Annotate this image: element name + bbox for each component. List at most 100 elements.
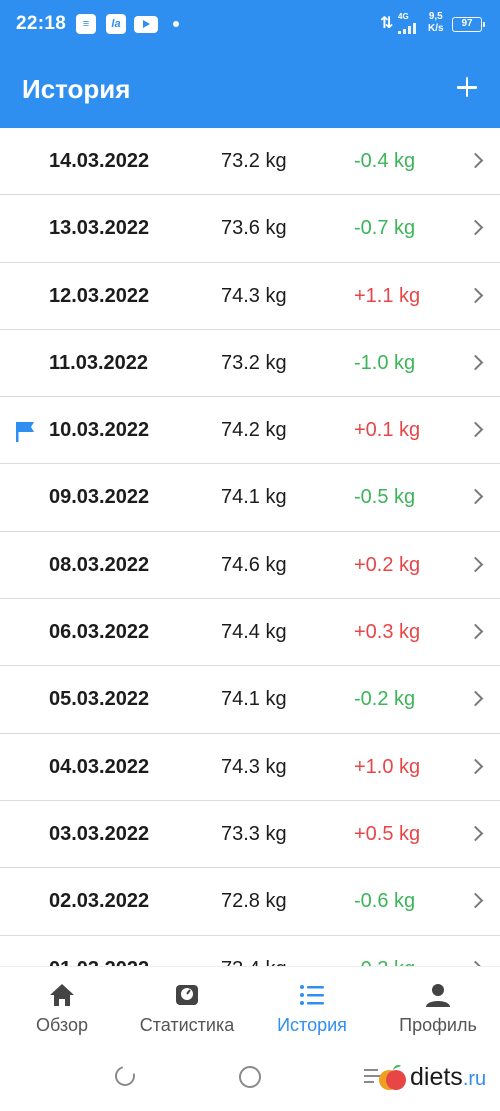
entry-date: 12.03.2022 (49, 284, 150, 307)
signal-icon (398, 22, 418, 34)
chevron-right-icon (467, 152, 484, 169)
list-icon (298, 981, 326, 1009)
status-time: 22:18 (16, 13, 67, 34)
watermark-text: diets.ru (410, 1063, 486, 1092)
entry-change: +1.0 kg (354, 755, 421, 778)
entry-date: 02.03.2022 (49, 890, 150, 913)
entry-weight: 74.1 kg (221, 486, 287, 509)
chevron-right-icon (467, 623, 484, 640)
chevron-right-icon (467, 220, 484, 236)
history-row[interactable]: 09.03.2022 74.1 kg -0.5 kg (0, 464, 500, 532)
entry-change: +0.2 kg (354, 553, 421, 576)
entry-change: -0.5 kg (354, 486, 416, 509)
entry-weight: 74.3 kg (221, 755, 287, 778)
entry-date: 08.03.2022 (49, 553, 150, 576)
app-bar: История (0, 50, 500, 128)
history-row[interactable]: 03.03.2022 73.3 kg +0.5 kg (0, 801, 500, 869)
entry-date: 04.03.2022 (49, 755, 150, 778)
nav-label: Обзор (36, 1015, 88, 1035)
history-row[interactable]: 11.03.2022 73.2 kg -1.0 kg (0, 330, 500, 398)
history-row[interactable]: 06.03.2022 74.4 kg +0.3 kg (0, 599, 500, 667)
watermark: diets.ru (378, 1060, 486, 1094)
history-row[interactable]: 05.03.2022 74.1 kg -0.2 kg (0, 666, 500, 734)
entry-change: -0.4 kg (354, 150, 416, 172)
chevron-right-icon (467, 556, 484, 573)
notification-dot-icon (173, 21, 179, 27)
nav-item-profile[interactable]: Профиль (390, 967, 486, 1047)
chevron-right-icon (467, 421, 484, 438)
history-row[interactable]: 02.03.2022 72.8 kg -0.6 kg (0, 868, 500, 936)
entry-date: 14.03.2022 (49, 150, 150, 172)
entry-date: 11.03.2022 (49, 351, 148, 374)
entry-weight: 74.2 kg (221, 419, 287, 442)
entry-change: -0.6 kg (354, 890, 416, 913)
system-navigation-bar: diets.ru (0, 1046, 500, 1111)
nav-item-history[interactable]: История (268, 967, 356, 1047)
back-icon[interactable] (111, 1062, 139, 1090)
entry-change: +0.5 kg (354, 822, 421, 845)
scale-icon (173, 981, 201, 1009)
entry-weight: 74.6 kg (221, 553, 287, 576)
entry-date: 09.03.2022 (49, 486, 150, 509)
chevron-right-icon (467, 489, 484, 505)
entry-change: -0.7 kg (354, 217, 416, 240)
history-row[interactable]: 13.03.2022 73.6 kg -0.7 kg (0, 195, 500, 263)
youtube-icon (134, 16, 158, 33)
history-row[interactable]: 14.03.2022 73.2 kg -0.4 kg (0, 128, 500, 196)
entry-date: 01.03.2022 (49, 958, 149, 966)
entry-weight: 74.4 kg (221, 621, 287, 644)
history-row[interactable]: 04.03.2022 74.3 kg +1.0 kg (0, 734, 500, 801)
entry-date: 10.03.2022 (49, 419, 150, 442)
entry-change: +0.1 kg (354, 419, 421, 442)
nav-item-statistics[interactable]: Статистика (128, 967, 246, 1047)
history-list[interactable]: 14.03.2022 73.2 kg -0.4 kg 13.03.2022 73.6 k… (0, 128, 500, 966)
nav-item-overview[interactable]: Обзор (20, 967, 104, 1047)
home-circle-icon[interactable] (239, 1066, 261, 1088)
chevron-right-icon (467, 758, 484, 774)
history-row[interactable]: 10.03.2022 74.2 kg +0.1 kg (0, 397, 500, 465)
entry-change: -0.3 kg (354, 958, 415, 966)
history-row[interactable]: 01.03.2022 73.4 kg -0.3 kg (0, 936, 500, 966)
entry-weight: 74.1 kg (221, 688, 287, 711)
entry-date: 03.03.2022 (49, 822, 150, 845)
entry-weight: 73.3 kg (221, 822, 287, 845)
data-transfer-icon: ⇅ (380, 15, 394, 32)
entry-weight: 73.4 kg (221, 958, 287, 966)
status-bar: 22:18 ≡ la ⇅ 4G 9,5 K/s 97 (0, 0, 500, 50)
home-icon (48, 981, 76, 1009)
entry-change: +0.3 kg (354, 621, 421, 644)
entry-date: 13.03.2022 (49, 217, 150, 240)
app-header: 22:18 ≡ la ⇅ 4G 9,5 K/s 97 История (0, 0, 500, 128)
chevron-right-icon (467, 892, 484, 909)
network-speed: 9,5 K/s (428, 11, 444, 35)
network-type: 4G (398, 12, 409, 21)
flag-icon (16, 422, 34, 443)
history-row[interactable]: 12.03.2022 74.3 kg +1.1 kg (0, 263, 500, 330)
add-entry-button[interactable] (448, 68, 486, 106)
nav-label: Профиль (399, 1015, 477, 1035)
entry-change: -0.2 kg (354, 688, 416, 711)
chevron-right-icon (467, 287, 484, 303)
chevron-right-icon (467, 691, 484, 707)
watermark-name: diets (410, 1062, 463, 1091)
speed-value: 9,5 (428, 11, 443, 22)
entry-weight: 73.2 kg (221, 150, 287, 172)
chevron-right-icon (467, 825, 484, 842)
entry-change: -1.0 kg (354, 351, 416, 374)
entry-weight: 73.2 kg (221, 351, 287, 374)
speed-unit: K/s (428, 23, 444, 34)
apple-logo-icon (379, 1065, 406, 1090)
nav-label: История (277, 1015, 347, 1035)
la-app-icon: la (106, 14, 126, 34)
entry-weight: 72.8 kg (221, 890, 287, 913)
history-row[interactable]: 08.03.2022 74.6 kg +0.2 kg (0, 532, 500, 600)
page-title: История (22, 74, 131, 104)
bottom-navigation: Обзор Статистика История Профиль (0, 966, 500, 1046)
news-icon: ≡ (76, 14, 96, 34)
entry-date: 05.03.2022 (49, 688, 150, 711)
watermark-tld: .ru (462, 1067, 487, 1090)
entry-weight: 73.6 kg (221, 217, 287, 240)
entry-weight: 74.3 kg (221, 284, 287, 307)
nav-label: Статистика (139, 1015, 235, 1035)
battery-icon: 97 (452, 17, 485, 32)
